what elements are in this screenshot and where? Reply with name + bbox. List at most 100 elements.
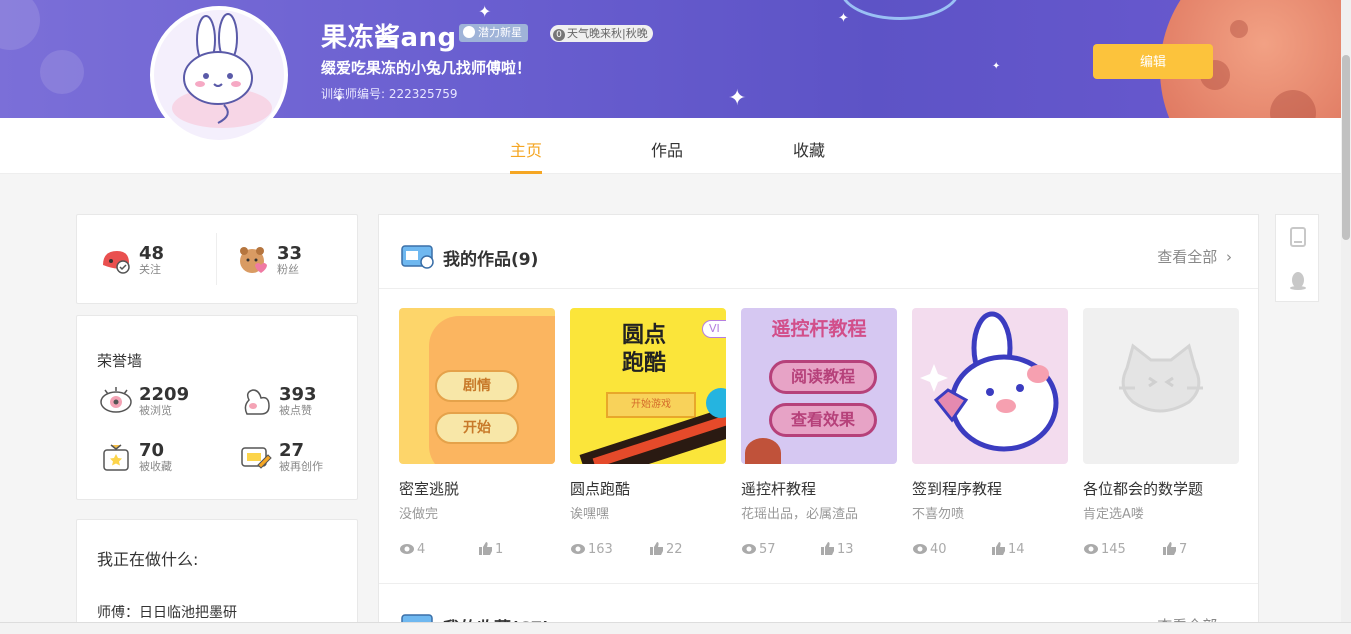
page-scrollbar[interactable] (1341, 0, 1351, 634)
works-title: 我的作品(9) (443, 250, 539, 270)
like-count-value: 22 (666, 542, 683, 557)
work-desc: 诶嘿嘿 (570, 507, 610, 522)
card-pencil-icon (241, 447, 272, 469)
work-name[interactable]: 各位都会的数学题 (1083, 478, 1239, 499)
eye-icon (400, 544, 414, 554)
status-text: 师傅：日日临池把墨研 (97, 605, 237, 621)
view-count-value: 145 (1101, 542, 1126, 557)
divider (216, 233, 217, 285)
honor-wall-card: 荣誉墙 2209 被浏览 393 被点赞 70 被收藏 27 被再创作 (76, 315, 358, 500)
view-count: 145 (1083, 542, 1126, 557)
thumb-label: 剧情 (435, 370, 519, 402)
like-count: 7 (1163, 542, 1187, 557)
work-card[interactable]: 签到程序教程 不喜勿喷 40 14 (912, 308, 1068, 557)
eye-icon (1084, 544, 1098, 554)
work-card[interactable]: 遥控杆教程 阅读教程 查看效果 遥控杆教程 花瑶出品，必属渣品 57 13 (741, 308, 897, 557)
work-desc: 不喜勿喷 (912, 507, 965, 522)
cat-placeholder-icon (1119, 343, 1203, 413)
bunny-illustration-icon (920, 311, 1059, 452)
remix-label: 被再创作 (279, 460, 323, 473)
like-count: 13 (821, 542, 854, 557)
tab-home[interactable]: 主页 (510, 137, 542, 161)
work-thumbnail[interactable]: 圆点 跑酷 开始游戏 VI (570, 308, 726, 464)
level-badge-label: 天气晚来秋|秋晚 (567, 27, 648, 40)
star-icon: ✦ (478, 2, 492, 21)
thumbs-up-icon (650, 542, 663, 555)
work-thumbnail[interactable]: 剧情 开始 (399, 308, 555, 464)
eye-icon (100, 387, 132, 413)
fans-icon (240, 247, 267, 273)
work-desc: 肯定选A喽 (1083, 507, 1144, 522)
username: 果冻酱ang (321, 23, 457, 53)
likes-label: 被点赞 (279, 404, 312, 417)
works-folder-icon (401, 245, 434, 269)
level-badge: 0 天气晚来秋|秋晚 (550, 25, 653, 42)
side-toolbar (1275, 214, 1319, 302)
follow-card: 48 关注 33 粉丝 (76, 214, 358, 304)
following-label: 关注 (139, 263, 161, 276)
status-title: 我正在做什么: (97, 550, 199, 569)
work-card[interactable]: 各位都会的数学题 肯定选A喽 145 7 (1083, 308, 1239, 557)
works-panel: 我的作品(9) 查看全部 › 剧情 开始 密室逃脱 没做完 4 1 圆点 跑酷 … (378, 214, 1259, 634)
eye-icon (913, 544, 927, 554)
thumbs-up-icon (1163, 542, 1176, 555)
star-icon: ✦ (992, 61, 1001, 72)
edit-profile-button[interactable]: 编辑 (1093, 44, 1213, 79)
trainer-id: 训练师编号: 222325759 (321, 87, 458, 101)
following-count: 48 (139, 243, 165, 264)
likes-count: 393 (279, 384, 317, 405)
fans-label: 粉丝 (277, 263, 299, 276)
active-tab-indicator (510, 171, 542, 174)
thumbs-up-icon (821, 542, 834, 555)
views-count: 2209 (139, 384, 190, 405)
qq-icon[interactable] (1289, 271, 1307, 291)
status-card: 我正在做什么: 师傅：日日临池把墨研 (76, 519, 358, 634)
browser-status-bar (0, 622, 1351, 634)
view-count-value: 163 (588, 542, 613, 557)
collected-label: 被收藏 (139, 460, 172, 473)
work-thumbnail[interactable]: 遥控杆教程 阅读教程 查看效果 (741, 308, 897, 464)
work-name[interactable]: 圆点跑酷 (570, 478, 726, 499)
view-count-value: 40 (930, 542, 947, 557)
work-name[interactable]: 签到程序教程 (912, 478, 1068, 499)
like-count-value: 1 (495, 542, 504, 557)
banner-planet-ring (840, 0, 960, 20)
work-thumbnail[interactable] (1083, 308, 1239, 464)
thumb-label: 阅读教程 (769, 360, 877, 394)
thumb-label: 开始 (435, 412, 519, 444)
like-count-value: 7 (1179, 542, 1188, 557)
thumb-label: 查看效果 (769, 403, 877, 437)
view-count: 40 (912, 542, 947, 557)
works-view-all-link[interactable]: 查看全部 › (1157, 246, 1232, 267)
work-card[interactable]: 剧情 开始 密室逃脱 没做完 4 1 (399, 308, 555, 557)
thumbs-up-icon (992, 542, 1005, 555)
tab-works[interactable]: 作品 (651, 137, 683, 161)
works-header: 我的作品(9) 查看全部 › (379, 215, 1258, 289)
bunny-avatar-icon (172, 13, 272, 128)
tab-favorites[interactable]: 收藏 (793, 137, 825, 161)
avatar[interactable] (150, 6, 288, 144)
work-card[interactable]: 圆点 跑酷 开始游戏 VI 圆点跑酷 诶嘿嘿 163 22 (570, 308, 726, 557)
box-star-icon (103, 444, 129, 471)
view-count: 163 (570, 542, 613, 557)
work-name[interactable]: 遥控杆教程 (741, 478, 897, 499)
views-label: 被浏览 (139, 404, 172, 417)
scrollbar-thumb[interactable] (1342, 55, 1350, 240)
work-thumbnail[interactable] (912, 308, 1068, 464)
work-name[interactable]: 密室逃脱 (399, 478, 555, 499)
rank-badge: 潜力新星 (459, 24, 528, 42)
work-desc: 花瑶出品，必属渣品 (741, 507, 859, 522)
eye-icon (571, 544, 585, 554)
tablet-icon[interactable] (1289, 227, 1307, 247)
like-count-value: 14 (1008, 542, 1025, 557)
like-count: 1 (479, 542, 503, 557)
view-count-value: 4 (417, 542, 426, 557)
level-badge-number: 0 (553, 29, 565, 41)
remix-count: 27 (279, 440, 305, 461)
view-count: 4 (399, 542, 425, 557)
banner-bubble (40, 50, 84, 94)
thumbs-up-icon (479, 542, 492, 555)
honor-wall-title: 荣誉墙 (97, 352, 143, 370)
thumb-label: 跑酷 (622, 351, 667, 376)
star-icon: ✦ (838, 11, 849, 26)
